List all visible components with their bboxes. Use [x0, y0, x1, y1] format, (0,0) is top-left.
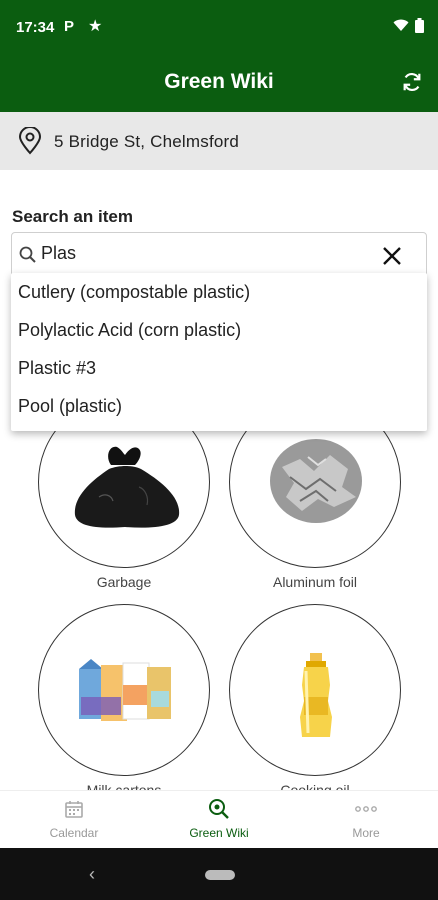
search-label: Search an item: [12, 207, 133, 226]
search-suggestions-dropdown: Cutlery (compostable plastic) Polylactic…: [11, 273, 427, 431]
home-pill[interactable]: [205, 870, 235, 880]
nav-label: More: [352, 826, 380, 840]
item-card-milk-cartons[interactable]: Milk cartons: [38, 604, 210, 798]
status-icons: [393, 18, 424, 33]
search-box[interactable]: [11, 232, 427, 278]
nav-item-green-wiki[interactable]: Green Wiki: [169, 798, 269, 840]
wiki-search-icon: [209, 799, 229, 819]
battery-icon: [415, 18, 424, 33]
status-bar: 17:34 P ★: [0, 0, 438, 54]
suggestion-item[interactable]: Polylactic Acid (corn plastic): [11, 311, 427, 349]
location-address: 5 Bridge St, Chelmsford: [54, 132, 240, 151]
close-icon[interactable]: [380, 244, 404, 268]
nav-item-calendar[interactable]: Calendar: [24, 798, 124, 840]
nav-item-more[interactable]: More: [316, 798, 416, 840]
calendar-icon: [65, 801, 83, 818]
item-label: Garbage: [96, 574, 152, 590]
screen: 17:34 P ★ Green Wiki 5 Bridge St, Chelms…: [0, 0, 438, 900]
bottom-navigation: Calendar Green Wiki More: [0, 790, 438, 848]
search-icon: [19, 246, 36, 263]
item-card-cooking-oil[interactable]: Cooking oil: [229, 604, 401, 798]
refresh-button[interactable]: [398, 68, 426, 96]
wifi-icon: [393, 19, 409, 31]
item-image-circle: [38, 604, 210, 776]
suggestion-item[interactable]: Plastic #3: [11, 349, 427, 387]
status-time: 17:34: [16, 19, 55, 36]
search-input[interactable]: [41, 243, 361, 264]
system-navigation-bar: ‹: [0, 848, 438, 900]
location-bar[interactable]: 5 Bridge St, Chelmsford: [0, 112, 438, 170]
nav-label: Calendar: [49, 826, 99, 840]
parking-icon: P: [64, 18, 75, 35]
suggestion-item[interactable]: Pool (plastic): [11, 387, 427, 425]
cooking-oil-icon: [300, 653, 332, 737]
item-label: Aluminum foil: [272, 574, 358, 590]
back-icon[interactable]: ‹: [89, 864, 95, 885]
app-bar: Green Wiki: [0, 54, 438, 112]
more-dots-icon: [355, 806, 377, 812]
page-title: Green Wiki: [164, 70, 274, 93]
nav-label: Green Wiki: [189, 826, 249, 840]
refresh-icon: [403, 72, 421, 92]
location-pin-icon: [18, 127, 42, 155]
milk-cartons-icon: [79, 659, 171, 721]
star-icon: ★: [88, 18, 103, 35]
suggestion-item[interactable]: Cutlery (compostable plastic): [11, 273, 427, 311]
item-image-circle: [229, 604, 401, 776]
